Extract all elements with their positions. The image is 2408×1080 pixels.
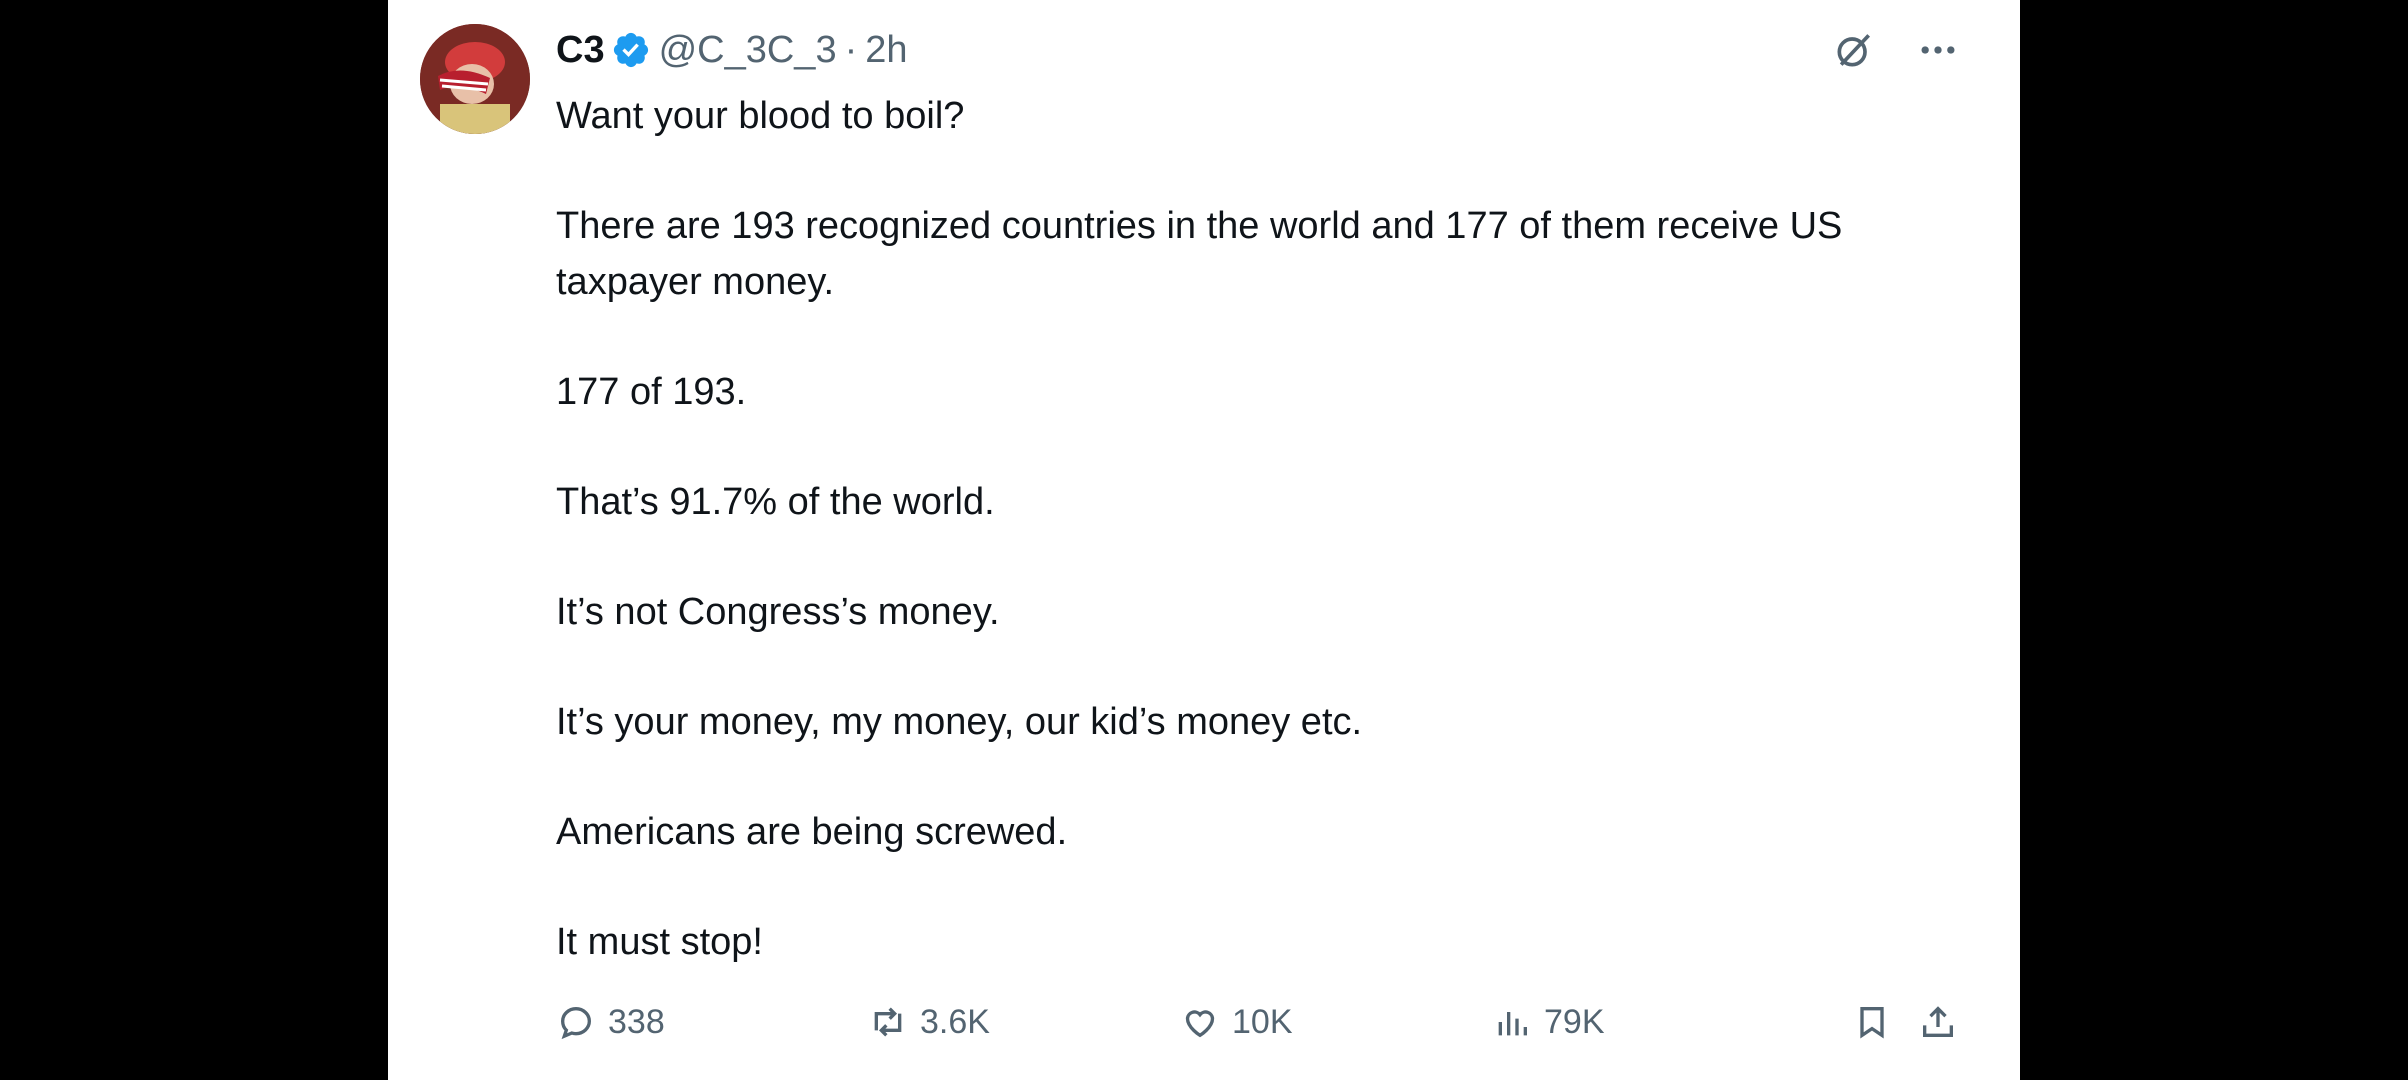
retweet-icon — [874, 1007, 902, 1037]
tweet-card: C3 @C_3C_3 · 2h Want your blood to boil?… — [388, 0, 2020, 1080]
tweet-header: C3 @C_3C_3 · 2h — [556, 26, 908, 74]
user-handle[interactable]: @C_3C_3 — [659, 29, 837, 72]
tweet-paragraph: That’s 91.7% of the world. — [556, 481, 995, 523]
tweet-paragraph: It’s not Congress’s money. — [556, 591, 1000, 633]
bookmark-button[interactable] — [1852, 1002, 1892, 1042]
tweet-text: Want your blood to boil? There are 193 r… — [556, 88, 1976, 1024]
retweet-button[interactable]: 3.6K — [868, 1002, 990, 1042]
tweet-paragraph: Want your blood to boil? — [556, 95, 965, 137]
share-icon — [1923, 1006, 1953, 1037]
like-icon — [1185, 1010, 1215, 1038]
avatar[interactable] — [420, 24, 530, 134]
more-icon[interactable] — [1916, 28, 1960, 72]
bookmark-icon — [1860, 1007, 1884, 1039]
tweet-paragraph: It’s your money, my money, our kid’s mon… — [556, 701, 1363, 743]
tweet-time[interactable]: 2h — [865, 29, 907, 72]
share-button[interactable] — [1918, 1002, 1958, 1042]
tweet-paragraph: 177 of 193. — [556, 371, 747, 413]
retweet-count: 3.6K — [920, 1002, 990, 1041]
tweet-paragraph: There are 193 recognized countries in th… — [556, 205, 1843, 303]
like-button[interactable]: 10K — [1180, 1002, 1293, 1042]
view-count: 79K — [1544, 1002, 1605, 1041]
like-count: 10K — [1232, 1002, 1293, 1041]
avatar-image — [420, 24, 530, 134]
display-name[interactable]: C3 — [556, 29, 605, 72]
reply-icon — [560, 1006, 592, 1040]
grok-icon[interactable] — [1832, 28, 1876, 72]
tweet-top-actions — [1832, 28, 1960, 72]
tweet-paragraph: It must stop! — [556, 921, 763, 963]
reply-button[interactable]: 338 — [556, 1002, 665, 1042]
tweet-actions: 338 3.6K 10K 79K — [556, 992, 1976, 1052]
separator-dot: · — [844, 28, 858, 71]
tweet-paragraph: Americans are being screwed. — [556, 811, 1068, 853]
verified-badge-icon — [613, 32, 648, 68]
views-icon — [1498, 1012, 1527, 1036]
views-button[interactable]: 79K — [1492, 1002, 1605, 1042]
reply-count: 338 — [608, 1002, 665, 1041]
